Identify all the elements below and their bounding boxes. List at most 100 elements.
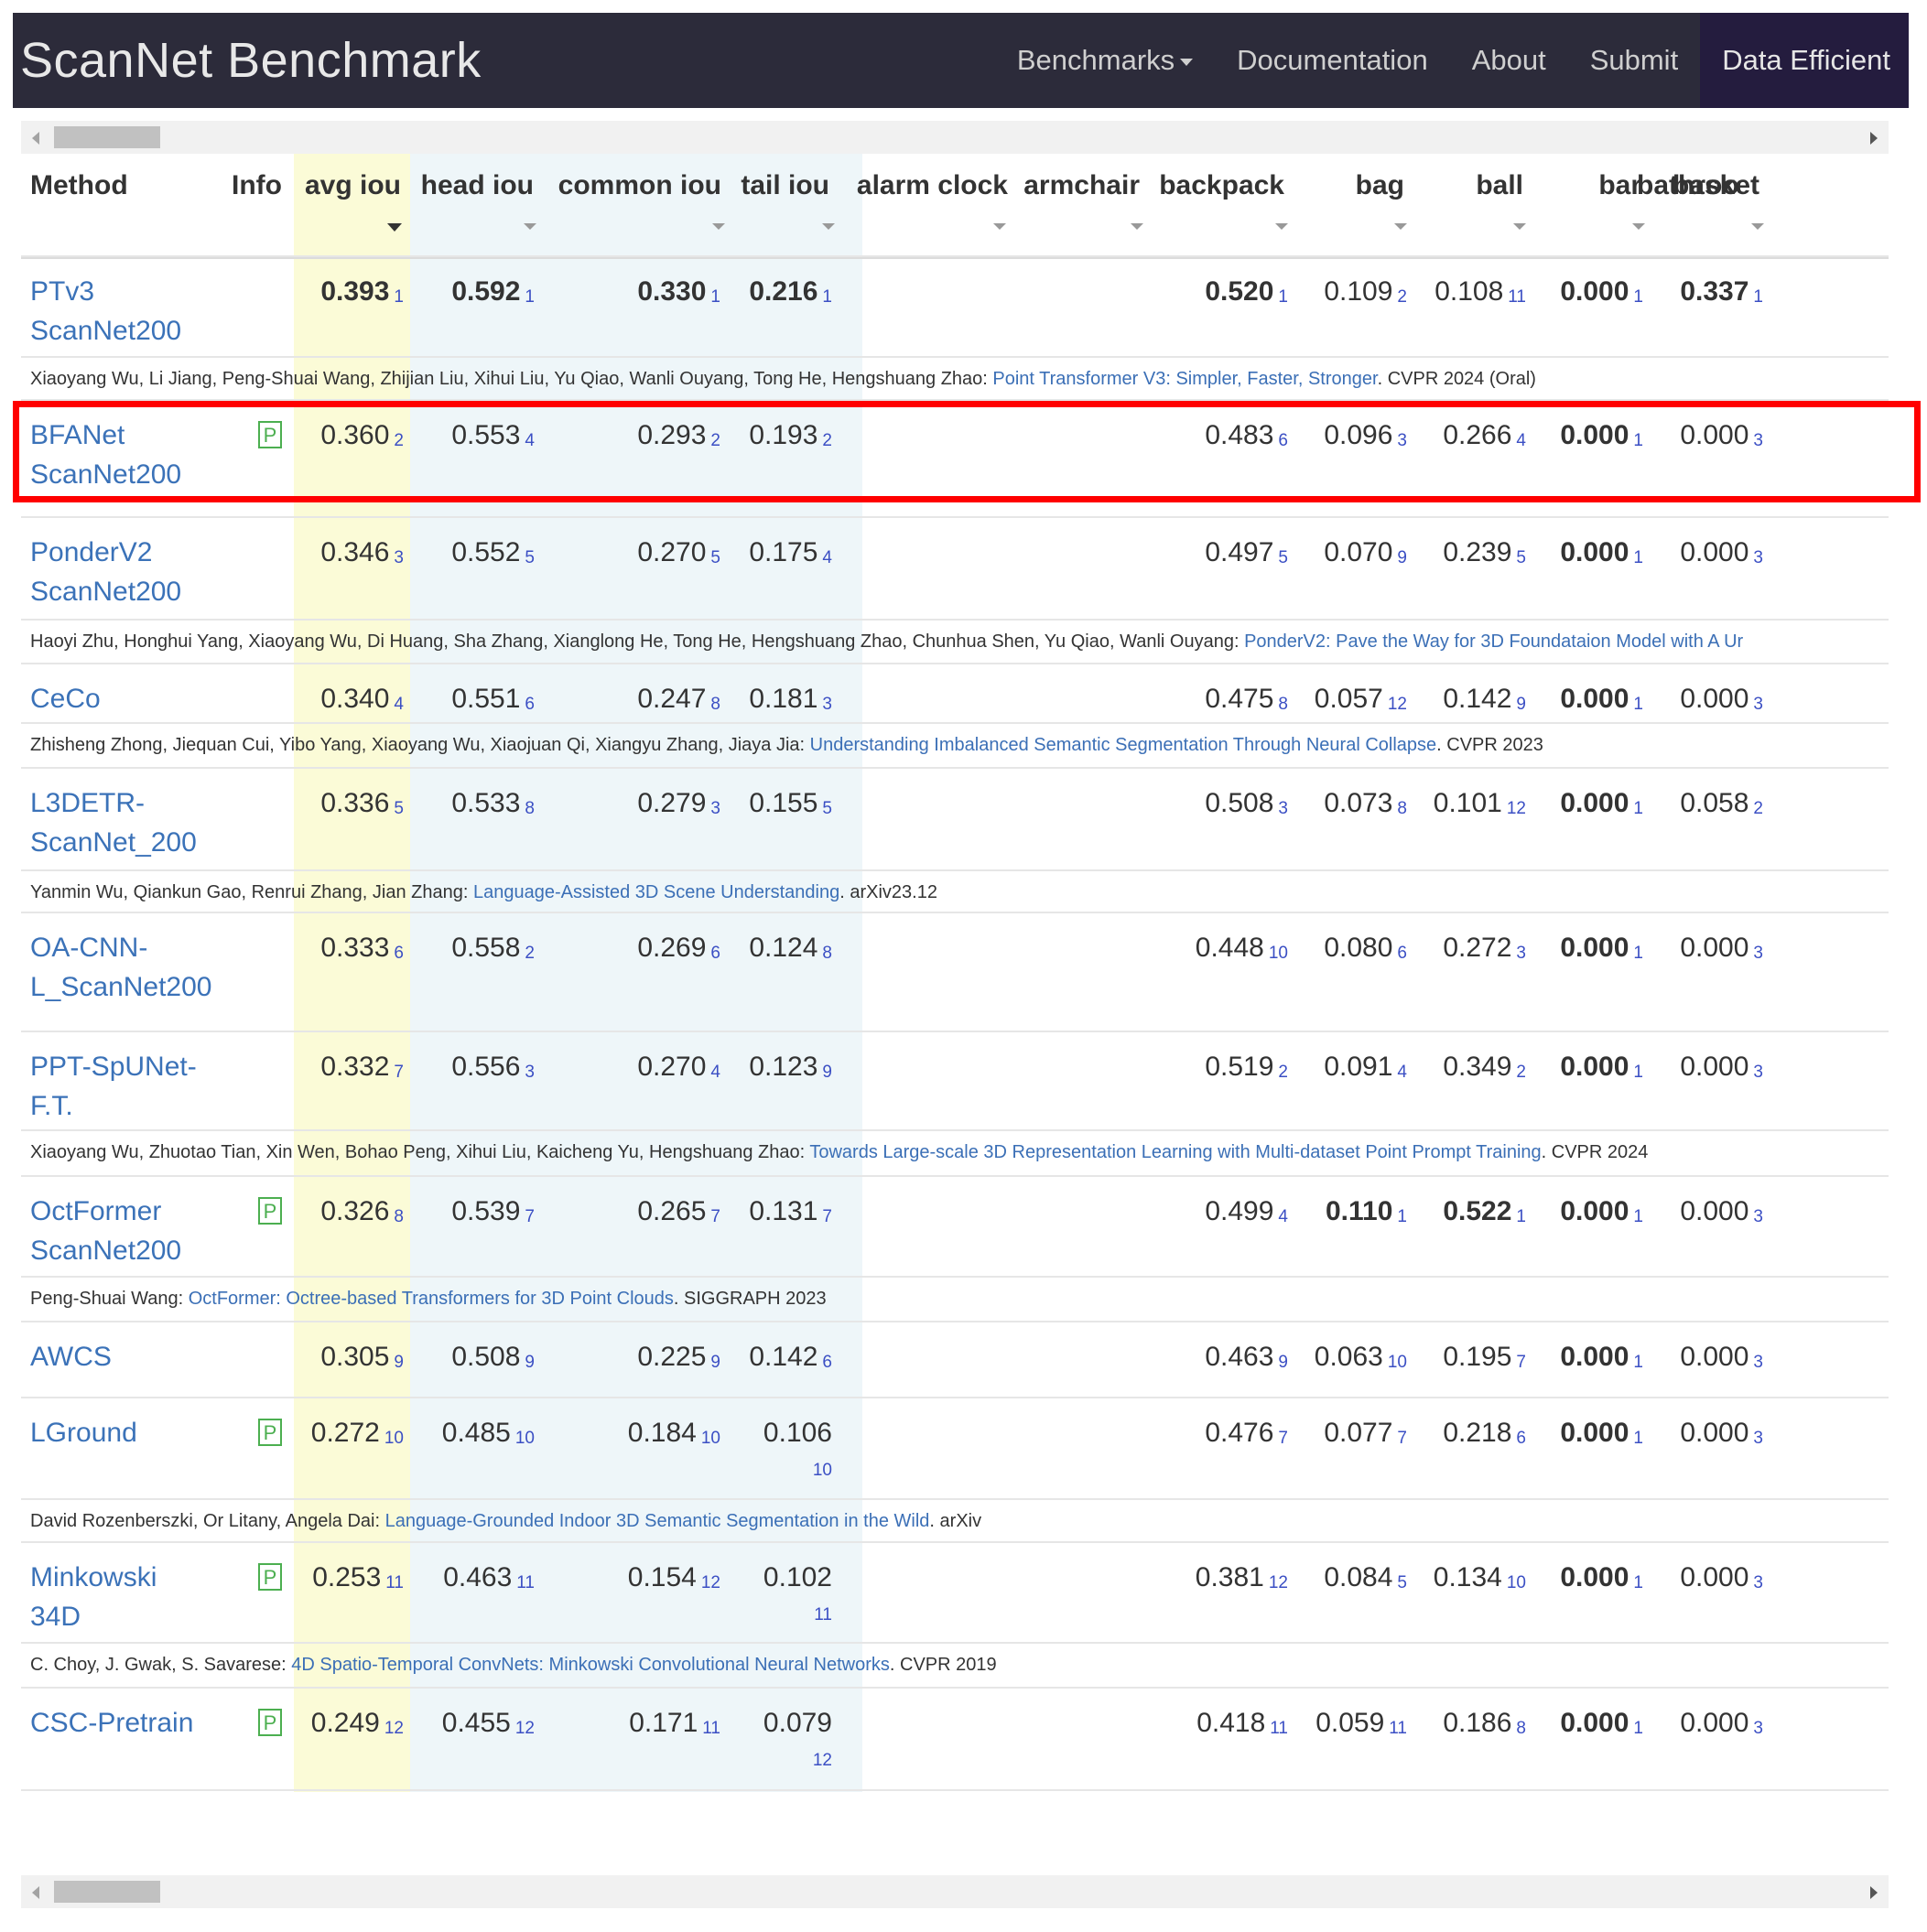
column-header-head-iou[interactable]: head iou	[421, 170, 534, 201]
scroll-right-arrow-icon[interactable]	[1870, 1886, 1878, 1899]
method-name-line: PonderV2	[30, 537, 153, 567]
bar-iou-cell: 0.000 1	[1560, 679, 1643, 724]
scroll-left-arrow-icon[interactable]	[32, 1886, 39, 1899]
paper-link[interactable]: Point Transformer V3: Simpler, Faster, S…	[992, 369, 1377, 389]
ball-iou-cell: 0.239 5	[1443, 533, 1526, 577]
backpack-iou-cell: 0.381 12	[1196, 1558, 1288, 1603]
nav-about[interactable]: About	[1450, 13, 1568, 108]
sort-arrow-icon[interactable]	[524, 223, 536, 230]
method-name-link[interactable]: OA-CNN- L_ScanNet200	[30, 928, 212, 1007]
citation-venue: . CVPR 2024 (Oral)	[1377, 369, 1536, 389]
brand-title[interactable]: ScanNet Benchmark	[20, 32, 482, 89]
rank-number: 7	[394, 1063, 404, 1082]
method-name-link[interactable]: OctFormer ScanNet200	[30, 1192, 181, 1270]
method-name-link[interactable]: LGround	[30, 1413, 137, 1452]
method-name-line: ScanNet200	[30, 577, 182, 607]
nav-benchmarks[interactable]: Benchmarks	[995, 13, 1215, 108]
rank-number: 1	[1633, 1573, 1643, 1592]
info-p-badge[interactable]: P	[258, 1197, 282, 1225]
method-name-link[interactable]: L3DETR- ScanNet_200	[30, 783, 197, 862]
nav-submit[interactable]: Submit	[1568, 13, 1700, 108]
paper-link[interactable]: Understanding Imbalanced Semantic Segmen…	[810, 735, 1436, 755]
score-value: 0.106	[763, 1418, 832, 1448]
scroll-left-arrow-icon[interactable]	[32, 132, 39, 145]
method-name-link[interactable]: CeCo	[30, 679, 101, 718]
column-header-armchair[interactable]: armchair	[1023, 170, 1140, 201]
method-name-line: OctFormer	[30, 1196, 162, 1226]
sort-arrow-icon[interactable]	[1513, 223, 1526, 230]
method-name-link[interactable]: PonderV2 ScanNet200	[30, 533, 181, 611]
score-value: 0.270	[637, 1052, 707, 1082]
ball-iou-cell: 0.272 3	[1443, 928, 1526, 973]
method-name-link[interactable]: AWCS	[30, 1337, 112, 1376]
score-value: 0.000	[1560, 537, 1629, 567]
common-iou-cell: 0.184 10	[628, 1413, 720, 1458]
score-value: 0.110	[1326, 1196, 1393, 1226]
tail-iou-cell: 0.175 4	[749, 533, 832, 577]
rank-number: 3	[1753, 1719, 1763, 1738]
ball-iou-cell: 0.134 10	[1434, 1558, 1526, 1603]
sort-arrow-icon[interactable]	[387, 223, 402, 232]
sort-arrow-icon[interactable]	[1131, 223, 1143, 230]
column-header-tail-iou[interactable]: tail iou	[741, 170, 829, 201]
method-name-line: PTv3	[30, 276, 95, 307]
head-iou-cell: 0.485 10	[442, 1413, 535, 1458]
column-header-ball[interactable]: ball	[1476, 170, 1523, 201]
column-header-bar[interactable]: bar	[1598, 170, 1641, 201]
scroll-right-arrow-icon[interactable]	[1870, 132, 1878, 145]
nav-data-efficient[interactable]: Data Efficient	[1700, 13, 1909, 108]
citation-venue: . SIGGRAPH 2023	[673, 1289, 827, 1309]
table-row: CSC-Pretrain P 0.249 12 0.455 12 0.171 11 0.079 1…	[21, 1687, 1889, 1791]
sort-arrow-icon[interactable]	[1751, 223, 1764, 230]
nav-menu: Benchmarks Documentation About Submit Da…	[995, 13, 1909, 108]
score-value: 0.476	[1205, 1418, 1274, 1448]
bag-iou-cell: 0.080 6	[1324, 928, 1407, 973]
sort-arrow-icon[interactable]	[1394, 223, 1407, 230]
nav-documentation[interactable]: Documentation	[1215, 13, 1450, 108]
score-value: 0.000	[1680, 1708, 1749, 1738]
column-header-backpack[interactable]: backpack	[1159, 170, 1284, 201]
score-value: 0.077	[1324, 1418, 1393, 1448]
column-header-alarm-clock[interactable]: alarm clock	[857, 170, 1008, 201]
info-p-badge[interactable]: P	[258, 1709, 282, 1736]
method-name-line: OA-CNN-	[30, 933, 148, 963]
paper-link[interactable]: OctFormer: Octree-based Transformers for…	[189, 1289, 674, 1309]
method-name-link[interactable]: CSC-Pretrain	[30, 1703, 193, 1743]
horizontal-scrollbar-top[interactable]	[21, 121, 1889, 154]
sort-arrow-icon[interactable]	[1275, 223, 1288, 230]
backpack-iou-cell: 0.499 4	[1205, 1192, 1288, 1236]
paper-link[interactable]: Towards Large-scale 3D Representation Le…	[809, 1142, 1541, 1162]
paper-link[interactable]: 4D Spatio-Temporal ConvNets: Minkowski C…	[291, 1655, 890, 1675]
backpack-iou-cell: 0.476 7	[1205, 1413, 1288, 1458]
rank-number: 8	[394, 1207, 404, 1226]
method-name-link[interactable]: Minkowski 34D	[30, 1558, 157, 1636]
method-name-line: LGround	[30, 1418, 137, 1448]
rank-number: 7	[1278, 1429, 1288, 1448]
method-name-link[interactable]: PPT-SpUNet- F.T.	[30, 1047, 197, 1126]
column-header-bathroo[interactable]: bathroo	[1637, 170, 1739, 201]
sort-arrow-icon[interactable]	[822, 223, 835, 230]
info-p-badge[interactable]: P	[258, 1563, 282, 1591]
paper-link[interactable]: Language-Assisted 3D Scene Understanding	[473, 882, 839, 902]
column-header-common-iou[interactable]: common iou	[558, 170, 721, 201]
rank-number: 4	[822, 548, 832, 567]
rank-number: 6	[394, 944, 404, 963]
rank-number: 12	[700, 1573, 720, 1592]
paper-link[interactable]: Language-Grounded Indoor 3D Semantic Seg…	[385, 1511, 930, 1531]
citation-authors: Xiaoyang Wu, Zhuotao Tian, Xin Wen, Boha…	[30, 1142, 810, 1162]
sort-arrow-icon[interactable]	[712, 223, 725, 230]
column-header-bag[interactable]: bag	[1356, 170, 1404, 201]
sort-arrow-icon[interactable]	[1632, 223, 1645, 230]
rank-number: 1	[394, 287, 404, 307]
method-name-link[interactable]: PTv3 ScanNet200	[30, 272, 181, 351]
score-value: 0.272	[310, 1418, 380, 1448]
scroll-thumb[interactable]	[54, 1881, 160, 1903]
paper-link[interactable]: PonderV2: Pave the Way for 3D Foundataio…	[1244, 631, 1743, 652]
sort-arrow-icon[interactable]	[993, 223, 1006, 230]
rank-number: 6	[710, 944, 720, 963]
info-p-badge[interactable]: P	[258, 1419, 282, 1446]
rank-number: 3	[1753, 1353, 1763, 1372]
scroll-thumb[interactable]	[54, 126, 160, 148]
horizontal-scrollbar-bottom[interactable]	[21, 1875, 1889, 1908]
column-header-avg-iou[interactable]: avg iou	[305, 170, 401, 201]
